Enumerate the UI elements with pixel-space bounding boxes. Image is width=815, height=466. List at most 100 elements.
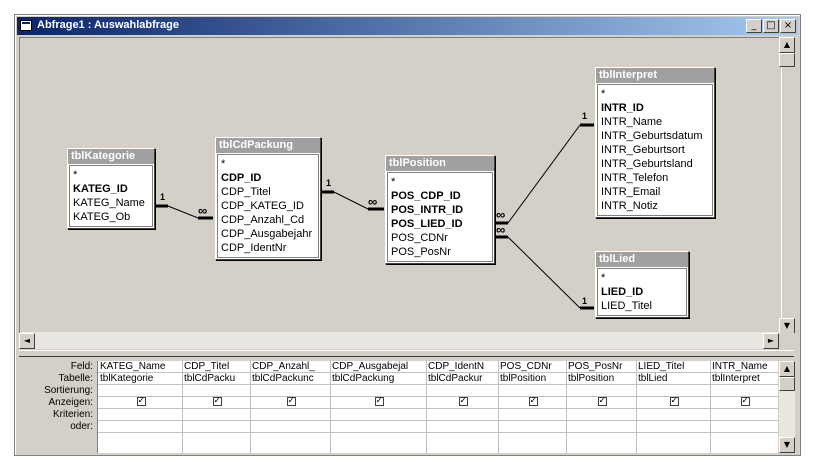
relationship-line[interactable]	[507, 236, 581, 309]
show-checkbox[interactable]	[458, 397, 468, 407]
show-checkbox[interactable]	[597, 397, 607, 407]
grid-column[interactable]: CDP_Titel tblCdPacku	[182, 361, 251, 453]
grid-cell-show[interactable]	[498, 397, 566, 409]
grid-cell-table[interactable]: tblKategorie	[98, 373, 182, 385]
table-title[interactable]: tblLied	[596, 252, 688, 267]
grid-cell-criteria[interactable]	[636, 409, 710, 421]
grid-cell-criteria[interactable]	[498, 409, 566, 421]
grid-cell-criteria[interactable]	[426, 409, 498, 421]
relationship-line[interactable]	[167, 205, 199, 219]
grid-cell-field[interactable]: POS_CDNr	[498, 361, 566, 373]
grid-column[interactable]: POS_CDNr tblPosition	[498, 361, 567, 453]
upper-vertical-scrollbar[interactable]	[781, 38, 782, 332]
query-design-grid[interactable]: KATEG_NametblKategorieCDP_TiteltblCdPack…	[97, 361, 778, 453]
grid-column[interactable]: CDP_IdentN tblCdPackur	[426, 361, 499, 453]
table-title[interactable]: tblPosition	[386, 156, 494, 171]
grid-column[interactable]: POS_PosNr tblPosition	[566, 361, 637, 453]
field-item[interactable]: INTR_Geburtsland	[601, 157, 709, 171]
field-item[interactable]: KATEG_Name	[73, 196, 149, 210]
primary-key-field[interactable]: POS_CDP_ID	[391, 189, 489, 203]
field-item[interactable]: INTR_Notiz	[601, 199, 709, 213]
primary-key-field[interactable]: INTR_ID	[601, 101, 709, 115]
scroll-thumb[interactable]	[779, 53, 795, 67]
field-item[interactable]: INTR_Name	[601, 115, 709, 129]
grid-cell-or[interactable]	[498, 421, 566, 433]
grid-scroll-down-button[interactable]: ▼	[779, 437, 795, 453]
grid-cell-sort[interactable]	[182, 385, 250, 397]
field-item[interactable]: *	[73, 168, 149, 182]
grid-cell-field[interactable]: CDP_Titel	[182, 361, 250, 373]
grid-cell-table[interactable]: tblCdPackunc	[250, 373, 330, 385]
primary-key-field[interactable]: POS_LIED_ID	[391, 217, 489, 231]
grid-cell-criteria[interactable]	[566, 409, 636, 421]
scroll-down-button[interactable]: ▼	[779, 318, 795, 334]
show-checkbox[interactable]	[286, 397, 296, 407]
grid-cell-or[interactable]	[98, 421, 182, 433]
grid-column[interactable]: KATEG_Name tblKategorie	[98, 361, 183, 453]
grid-cell-table[interactable]: tblCdPackung	[330, 373, 426, 385]
grid-cell-sort[interactable]	[250, 385, 330, 397]
field-list[interactable]: * INTR_ID INTR_Name INTR_Geburtsdatum INTR_G…	[597, 84, 713, 216]
grid-cell-criteria[interactable]	[182, 409, 250, 421]
table-tblKategorie[interactable]: tblKategorie * KATEG_ID KATEG_Name KATEG_Ob	[67, 148, 155, 229]
field-item[interactable]: KATEG_Ob	[73, 210, 149, 224]
grid-cell-or[interactable]	[636, 421, 710, 433]
grid-cell-field[interactable]: LIED_Titel	[636, 361, 710, 373]
field-item[interactable]: INTR_Geburtsort	[601, 143, 709, 157]
grid-cell-sort[interactable]	[566, 385, 636, 397]
relationship-line[interactable]	[507, 124, 581, 224]
show-checkbox[interactable]	[669, 397, 679, 407]
grid-cell-field[interactable]: POS_PosNr	[566, 361, 636, 373]
field-item[interactable]: *	[601, 87, 709, 101]
grid-cell-sort[interactable]	[710, 385, 778, 397]
grid-cell-or[interactable]	[250, 421, 330, 433]
scroll-up-button[interactable]: ▲	[779, 37, 795, 53]
grid-cell-or[interactable]	[710, 421, 778, 433]
grid-cell-or[interactable]	[330, 421, 426, 433]
grid-column[interactable]: LIED_Titel tblLied	[636, 361, 711, 453]
show-checkbox[interactable]	[374, 397, 384, 407]
grid-cell-table[interactable]: tblPosition	[566, 373, 636, 385]
grid-cell-or[interactable]	[182, 421, 250, 433]
field-item[interactable]: *	[221, 157, 315, 171]
grid-cell-show[interactable]	[250, 397, 330, 409]
close-button[interactable]: ×	[780, 19, 796, 33]
primary-key-field[interactable]: KATEG_ID	[73, 182, 149, 196]
field-item[interactable]: *	[391, 175, 489, 189]
maximize-button[interactable]: □	[763, 19, 779, 33]
show-checkbox[interactable]	[740, 397, 750, 407]
field-item[interactable]: CDP_Ausgabejahr	[221, 227, 315, 241]
field-list[interactable]: * LIED_ID LIED_Titel	[597, 268, 687, 316]
grid-cell-sort[interactable]	[498, 385, 566, 397]
table-tblPosition[interactable]: tblPosition * POS_CDP_ID POS_INTR_ID POS_LIE…	[385, 155, 495, 264]
primary-key-field[interactable]: CDP_ID	[221, 171, 315, 185]
scroll-right-button[interactable]: ►	[763, 333, 779, 349]
field-item[interactable]: INTR_Geburtsdatum	[601, 129, 709, 143]
field-item[interactable]: CDP_Anzahl_Cd	[221, 213, 315, 227]
grid-cell-field[interactable]: KATEG_Name	[98, 361, 182, 373]
grid-cell-field[interactable]: CDP_IdentN	[426, 361, 498, 373]
field-list[interactable]: * POS_CDP_ID POS_INTR_ID POS_LIED_ID POS_CDN…	[387, 172, 493, 262]
grid-cell-criteria[interactable]	[330, 409, 426, 421]
grid-cell-show[interactable]	[636, 397, 710, 409]
field-item[interactable]: CDP_Titel	[221, 185, 315, 199]
grid-cell-table[interactable]: tblCdPackur	[426, 373, 498, 385]
grid-cell-sort[interactable]	[330, 385, 426, 397]
title-bar[interactable]: Abfrage1 : Auswahlabfrage _ □ ×	[17, 17, 798, 35]
grid-cell-criteria[interactable]	[710, 409, 778, 421]
grid-cell-field[interactable]: INTR_Name	[710, 361, 778, 373]
grid-cell-field[interactable]: CDP_Anzahl_	[250, 361, 330, 373]
field-item[interactable]: POS_PosNr	[391, 245, 489, 259]
grid-cell-criteria[interactable]	[250, 409, 330, 421]
grid-cell-or[interactable]	[426, 421, 498, 433]
grid-cell-criteria[interactable]	[98, 409, 182, 421]
field-list[interactable]: * KATEG_ID KATEG_Name KATEG_Ob	[69, 165, 153, 227]
primary-key-field[interactable]: LIED_ID	[601, 285, 683, 299]
grid-cell-table[interactable]: tblInterpret	[710, 373, 778, 385]
grid-cell-field[interactable]: CDP_Ausgabejal	[330, 361, 426, 373]
field-item[interactable]: INTR_Email	[601, 185, 709, 199]
show-checkbox[interactable]	[528, 397, 538, 407]
horizontal-scroll-track[interactable]	[35, 333, 763, 349]
show-checkbox[interactable]	[212, 397, 222, 407]
table-title[interactable]: tblKategorie	[68, 149, 154, 164]
